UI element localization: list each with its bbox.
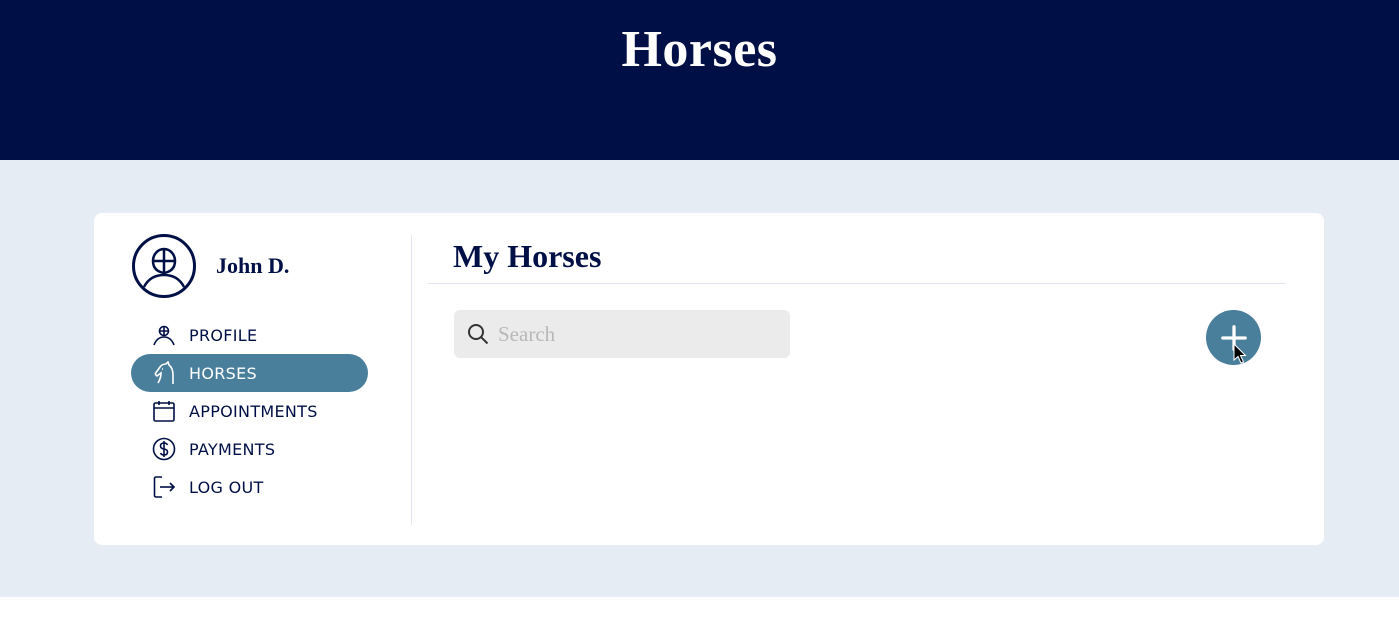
sidebar-item-profile[interactable]: PROFILE <box>131 316 368 354</box>
user-info: John D. <box>131 233 289 299</box>
sidebar-item-label: PROFILE <box>189 325 258 345</box>
sidebar-item-logout[interactable]: LOG OUT <box>131 468 368 506</box>
sidebar-item-label: APPOINTMENTS <box>189 401 318 421</box>
sidebar-divider <box>411 235 412 525</box>
page-header: Horses <box>0 0 1399 160</box>
sidebar-nav: PROFILE HORSES APPOINTMENTS PAYMENTS LOG… <box>131 316 368 506</box>
sidebar-item-horses[interactable]: HORSES <box>131 354 368 392</box>
calendar-icon <box>151 398 177 424</box>
title-divider <box>428 283 1286 284</box>
logout-icon <box>151 474 177 500</box>
profile-icon <box>151 322 177 348</box>
sidebar-item-payments[interactable]: PAYMENTS <box>131 430 368 468</box>
sidebar-item-label: PAYMENTS <box>189 439 276 459</box>
horse-icon <box>151 360 177 386</box>
search-icon <box>466 322 490 346</box>
sidebar-item-appointments[interactable]: APPOINTMENTS <box>131 392 368 430</box>
mouse-cursor-icon <box>1233 343 1247 364</box>
main-card: John D. PROFILE HORSES APPOINTMENTS PAYM… <box>94 213 1324 545</box>
user-avatar-icon <box>132 234 196 298</box>
section-title: My Horses <box>453 238 602 274</box>
search-input[interactable] <box>498 321 768 347</box>
page-title: Horses <box>621 21 778 78</box>
dollar-icon <box>151 436 177 462</box>
sidebar-item-label: HORSES <box>189 363 257 383</box>
search-box <box>454 310 790 358</box>
sidebar-item-label: LOG OUT <box>189 477 264 497</box>
user-name: John D. <box>216 253 290 278</box>
